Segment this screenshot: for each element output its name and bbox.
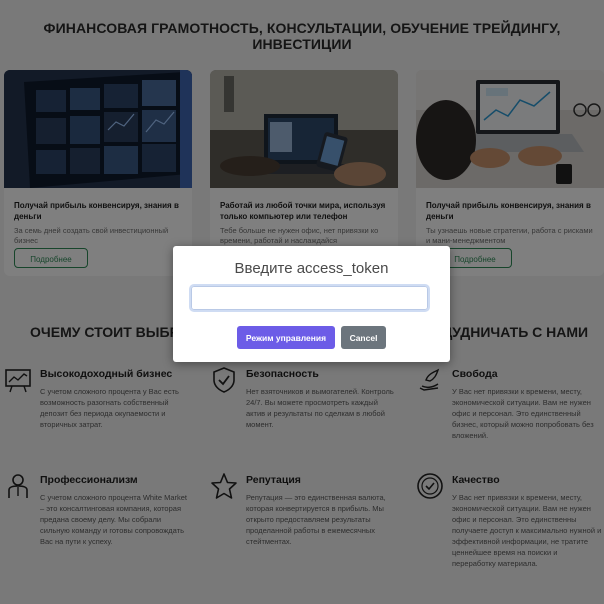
access-token-dialog: Введите access_token Режим управления Ca…: [173, 246, 450, 362]
dialog-title: Введите access_token: [234, 260, 389, 277]
access-token-input[interactable]: [189, 284, 430, 312]
management-mode-button[interactable]: Режим управления: [237, 326, 335, 349]
cancel-button[interactable]: Cancel: [341, 326, 386, 349]
